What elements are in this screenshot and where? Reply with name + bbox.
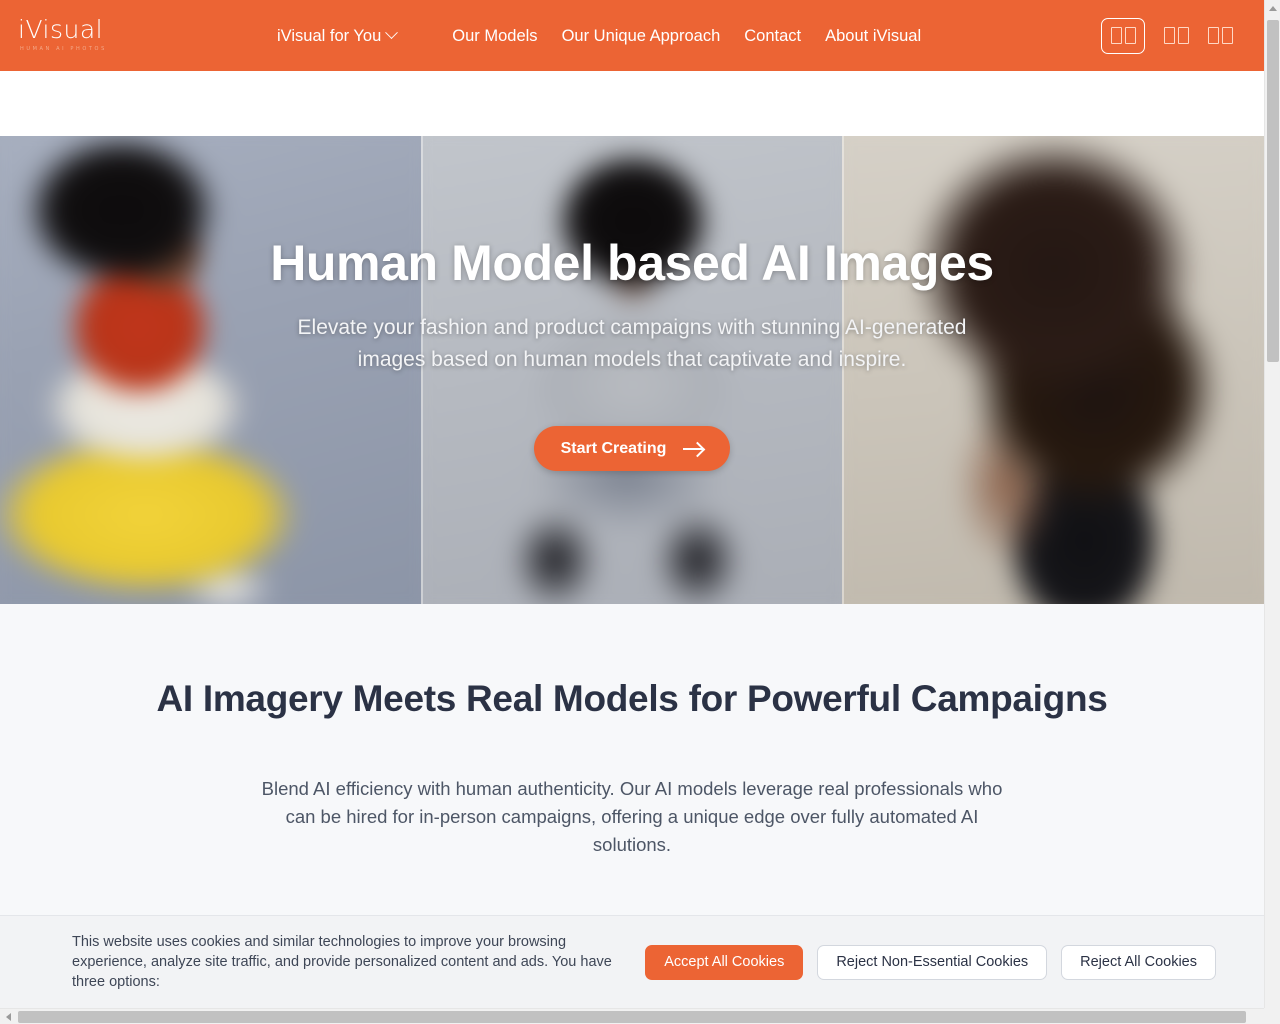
scrollbar-corner xyxy=(1264,1008,1280,1024)
logo-tagline: HUMAN AI PHOTOS xyxy=(20,46,107,52)
header-action-link-tertiary[interactable] xyxy=(1198,18,1242,54)
scroll-left-arrow-icon[interactable] xyxy=(6,1013,11,1021)
nav-label: Our Models xyxy=(452,26,538,45)
nav-item-our-unique-approach[interactable]: Our Unique Approach xyxy=(562,26,721,46)
page-content: iVisual HUMAN AI PHOTOS iVisual for You … xyxy=(0,0,1264,1008)
vertical-scrollbar-thumb[interactable] xyxy=(1267,20,1279,362)
hero-subtitle: Elevate your fashion and product campaig… xyxy=(297,316,967,371)
nav-item-about-ivisual[interactable]: About iVisual xyxy=(825,26,921,46)
horizontal-scrollbar-thumb[interactable] xyxy=(18,1011,1246,1023)
nav-item-ivisual-for-you[interactable]: iVisual for You xyxy=(277,26,399,46)
header-action-link-secondary[interactable] xyxy=(1154,18,1198,54)
scroll-up-arrow-icon[interactable] xyxy=(1269,6,1277,11)
arrow-right-icon xyxy=(683,447,704,450)
header-spacer xyxy=(0,71,1264,136)
primary-navigation: iVisual for You Our Models Our Unique Ap… xyxy=(277,0,921,71)
intro-body: Blend AI efficiency with human authentic… xyxy=(261,778,1003,855)
reject-all-cookies-button[interactable]: Reject All Cookies xyxy=(1061,944,1216,980)
start-creating-button[interactable]: Start Creating xyxy=(533,426,731,471)
horizontal-scrollbar[interactable] xyxy=(0,1008,1280,1024)
cookie-consent-actions: Accept All Cookies Reject Non-Essential … xyxy=(645,944,1216,980)
chevron-down-icon xyxy=(385,26,399,40)
header-action-button-primary[interactable] xyxy=(1101,17,1145,54)
nav-item-contact[interactable]: Contact xyxy=(744,26,801,46)
intro-title: AI Imagery Meets Real Models for Powerfu… xyxy=(156,678,1108,719)
hero-title: Human Model based AI Images xyxy=(270,235,994,291)
start-creating-label: Start Creating xyxy=(560,439,667,457)
missing-glyph-icon xyxy=(1110,27,1136,44)
site-header: iVisual HUMAN AI PHOTOS iVisual for You … xyxy=(0,0,1264,71)
nav-label: About iVisual xyxy=(825,26,922,45)
nav-item-our-models[interactable]: Our Models xyxy=(452,26,537,46)
hero-content: Human Model based AI Images Elevate your… xyxy=(0,136,1264,604)
missing-glyph-icon xyxy=(1163,27,1189,44)
cookie-consent-banner: This website uses cookies and similar te… xyxy=(0,915,1264,1008)
cookie-consent-text: This website uses cookies and similar te… xyxy=(72,934,612,990)
nav-label: Contact xyxy=(744,26,802,45)
logo-wordmark: iVisual xyxy=(18,15,104,44)
intro-section: AI Imagery Meets Real Models for Powerfu… xyxy=(0,604,1264,919)
nav-label: Our Unique Approach xyxy=(561,26,721,45)
site-logo[interactable]: iVisual HUMAN AI PHOTOS xyxy=(18,12,108,56)
vertical-scrollbar[interactable] xyxy=(1264,0,1280,1008)
header-actions xyxy=(1101,0,1242,71)
hero-section: Human Model based AI Images Elevate your… xyxy=(0,136,1264,604)
nav-label: iVisual for You xyxy=(277,26,382,45)
browser-viewport: iVisual HUMAN AI PHOTOS iVisual for You … xyxy=(0,0,1280,1024)
reject-non-essential-cookies-button[interactable]: Reject Non-Essential Cookies xyxy=(817,944,1048,980)
accept-all-cookies-button[interactable]: Accept All Cookies xyxy=(645,944,804,980)
missing-glyph-icon xyxy=(1207,27,1233,44)
